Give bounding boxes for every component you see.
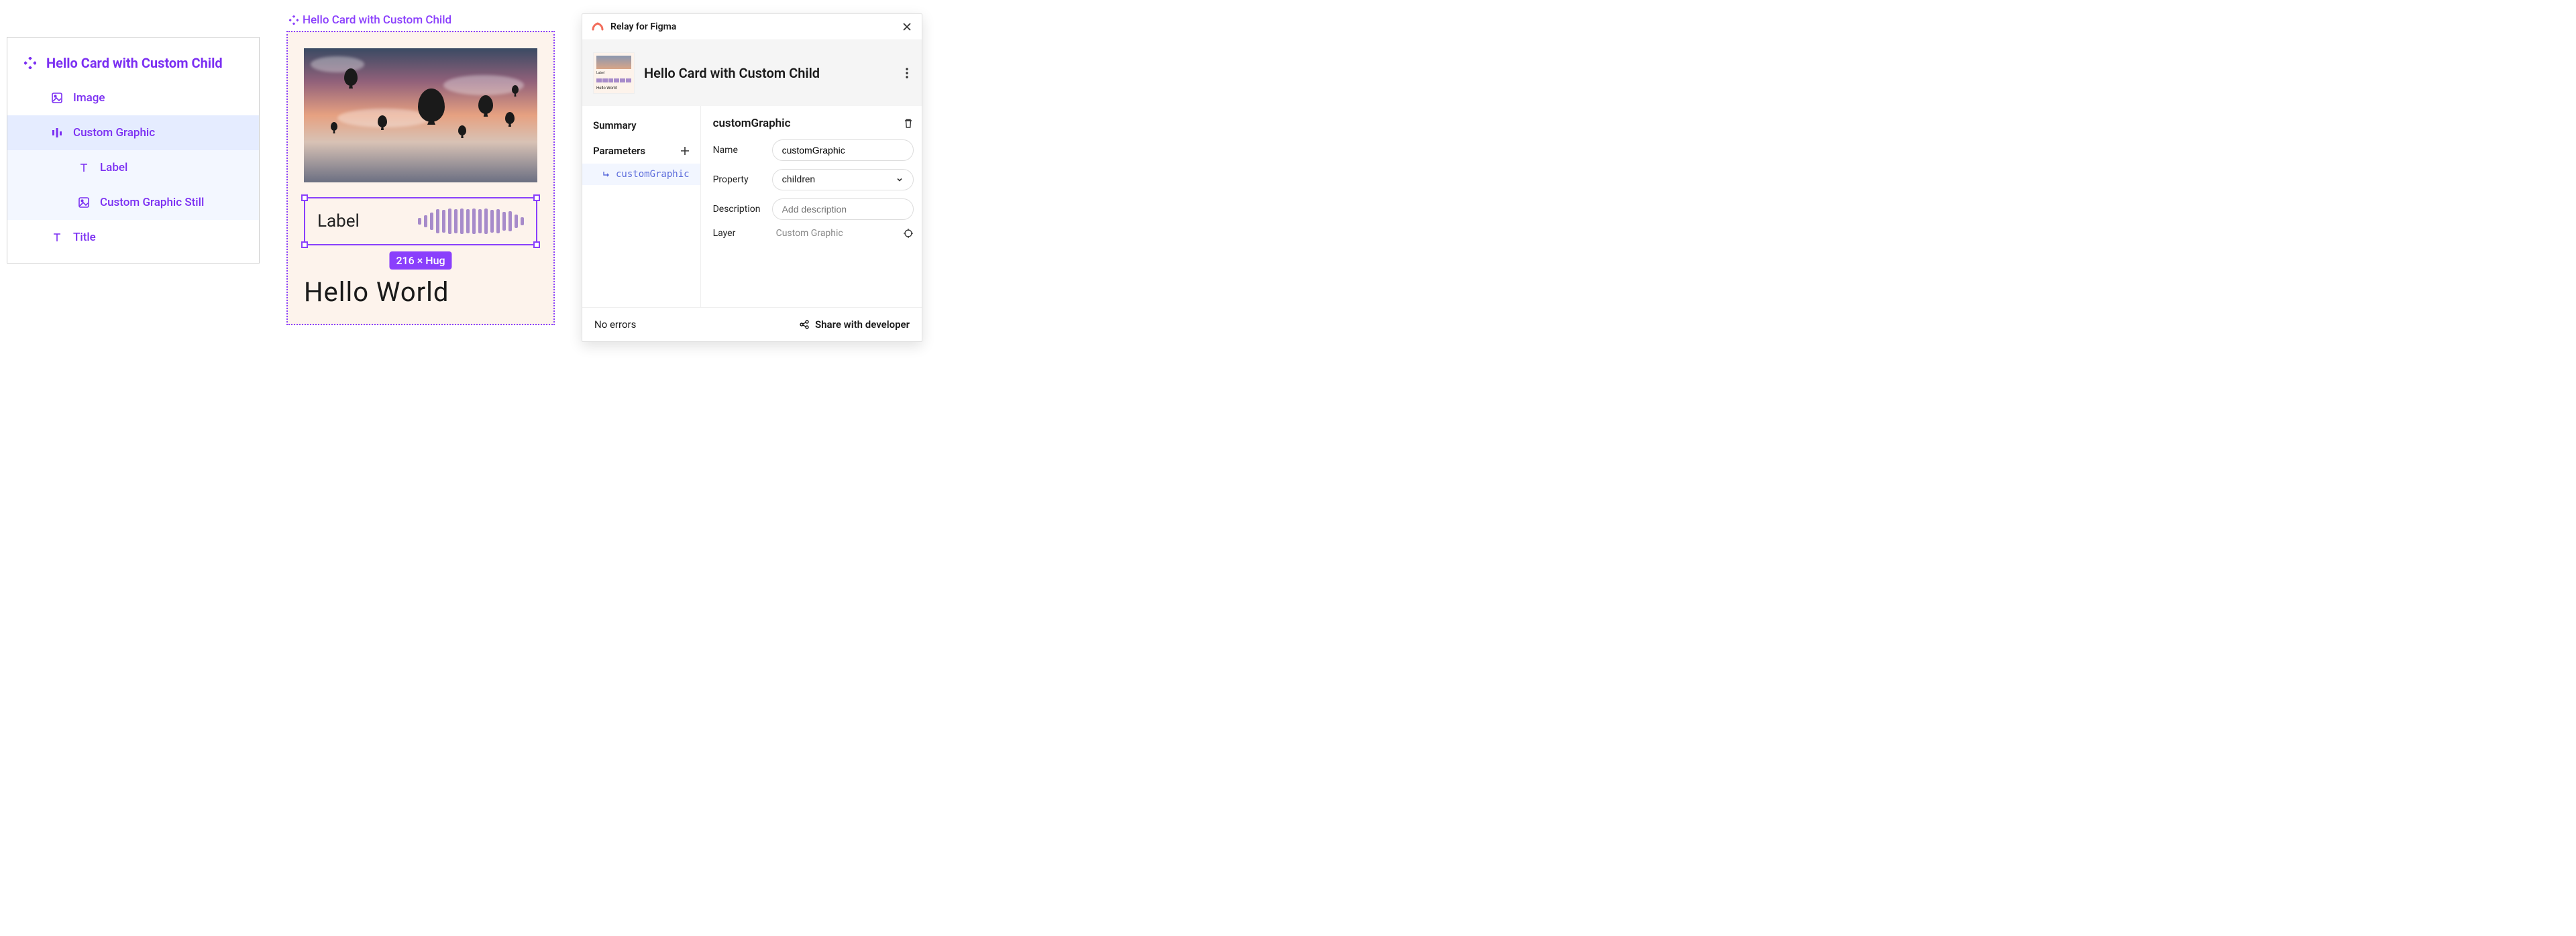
parameter-item-customgraphic[interactable]: customGraphic bbox=[582, 164, 700, 185]
thumb-title: Hello World bbox=[596, 86, 631, 91]
description-input[interactable] bbox=[772, 198, 914, 220]
parameter-heading: customGraphic bbox=[713, 117, 791, 130]
component-icon bbox=[23, 56, 37, 70]
add-parameter-icon[interactable] bbox=[680, 146, 690, 156]
layer-item-label[interactable]: Label bbox=[7, 150, 259, 185]
title-layer[interactable]: Hello World bbox=[304, 276, 537, 308]
parameter-item-label: customGraphic bbox=[616, 169, 690, 180]
layer-label: Title bbox=[73, 231, 96, 244]
layer-value: Custom Graphic bbox=[776, 228, 843, 239]
target-layer-icon[interactable] bbox=[903, 228, 914, 239]
share-with-developer-button[interactable]: Share with developer bbox=[799, 318, 910, 331]
property-field-row: Property children bbox=[713, 169, 914, 190]
image-icon bbox=[77, 196, 91, 209]
waveform-graphic bbox=[418, 208, 524, 235]
property-label: Property bbox=[713, 174, 765, 185]
more-menu-icon[interactable] bbox=[903, 65, 911, 81]
component-title: Hello Card with Custom Child bbox=[644, 65, 894, 81]
parameters-section[interactable]: Parameters bbox=[582, 138, 700, 164]
name-field-row: Name bbox=[713, 139, 914, 161]
property-select[interactable]: children bbox=[772, 169, 914, 190]
layer-label: Custom Graphic Still bbox=[100, 196, 204, 209]
plugin-titlebar: Relay for Figma bbox=[582, 14, 922, 40]
relay-plugin-panel: Relay for Figma Label Hello World Hello … bbox=[582, 13, 922, 342]
layer-label: Label bbox=[100, 161, 127, 174]
selection-handle[interactable] bbox=[301, 241, 308, 248]
component-icon bbox=[289, 15, 299, 25]
component-frame[interactable]: Label 216 × Hug Hello World bbox=[286, 31, 555, 325]
text-icon bbox=[50, 231, 64, 244]
summary-label: Summary bbox=[593, 119, 637, 131]
custom-graphic-layer-selected[interactable]: Label 216 × Hug bbox=[304, 197, 537, 245]
name-input[interactable] bbox=[772, 139, 914, 161]
layer-component-header[interactable]: Hello Card with Custom Child bbox=[7, 46, 259, 80]
plugin-header: Label Hello World Hello Card with Custom… bbox=[582, 40, 922, 106]
image-layer[interactable] bbox=[304, 48, 537, 182]
selection-handle[interactable] bbox=[533, 194, 540, 201]
frame-label-text: Hello Card with Custom Child bbox=[303, 13, 451, 27]
thumb-label: Label bbox=[596, 71, 631, 75]
layer-item-image[interactable]: Image bbox=[7, 80, 259, 115]
plugin-right-pane: customGraphic Name Property children bbox=[701, 106, 924, 307]
layer-header-label: Hello Card with Custom Child bbox=[46, 55, 223, 71]
subdirectory-arrow-icon bbox=[602, 170, 610, 178]
relay-logo-icon bbox=[592, 21, 604, 33]
layer-item-title[interactable]: Title bbox=[7, 220, 259, 255]
plugin-left-pane: Summary Parameters customGraphic bbox=[582, 106, 701, 307]
selection-handle[interactable] bbox=[301, 194, 308, 201]
canvas: Hello Card with Custom Child Label bbox=[286, 13, 555, 325]
summary-tab[interactable]: Summary bbox=[582, 113, 700, 138]
plugin-app-name: Relay for Figma bbox=[610, 21, 676, 32]
frame-label[interactable]: Hello Card with Custom Child bbox=[289, 13, 555, 27]
layers-panel: Hello Card with Custom Child Image Custo… bbox=[7, 37, 260, 264]
status-text: No errors bbox=[594, 318, 636, 331]
selection-handle[interactable] bbox=[533, 241, 540, 248]
delete-parameter-icon[interactable] bbox=[903, 118, 914, 129]
layer-item-custom-graphic-still[interactable]: Custom Graphic Still bbox=[7, 185, 259, 220]
share-label: Share with developer bbox=[815, 318, 910, 331]
name-label: Name bbox=[713, 145, 765, 156]
parameters-label: Parameters bbox=[593, 145, 645, 157]
layer-label: Custom Graphic bbox=[73, 126, 155, 139]
text-icon bbox=[77, 161, 91, 174]
plugin-body: Summary Parameters customGraphic customG… bbox=[582, 106, 922, 307]
layer-label: Image bbox=[73, 91, 105, 105]
layer-field-row: Layer Custom Graphic bbox=[713, 228, 914, 239]
description-field-row: Description bbox=[713, 198, 914, 220]
plugin-footer: No errors Share with developer bbox=[582, 307, 922, 341]
layer-label: Layer bbox=[713, 228, 765, 239]
component-thumbnail: Label Hello World bbox=[593, 52, 635, 94]
selection-dimensions-badge: 216 × Hug bbox=[389, 251, 451, 270]
custom-graphic-label: Label bbox=[317, 211, 360, 231]
image-icon bbox=[50, 91, 64, 105]
share-icon bbox=[799, 319, 810, 330]
description-label: Description bbox=[713, 204, 765, 215]
layer-item-custom-graphic[interactable]: Custom Graphic bbox=[7, 115, 259, 150]
chevron-down-icon bbox=[896, 176, 904, 184]
property-select-value: children bbox=[782, 174, 816, 185]
bars-icon bbox=[50, 126, 64, 139]
close-icon[interactable] bbox=[902, 21, 912, 32]
